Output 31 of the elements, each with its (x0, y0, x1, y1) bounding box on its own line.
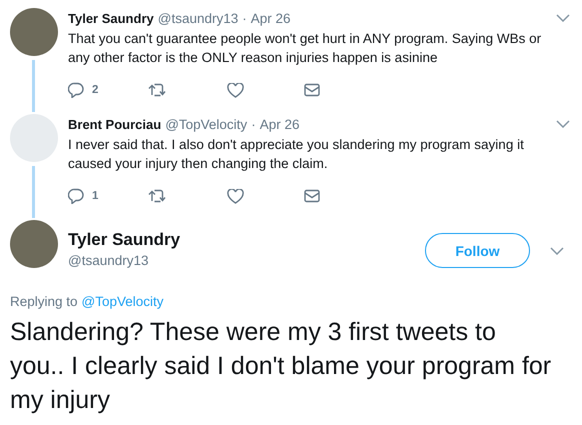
reply-icon[interactable] (68, 188, 84, 204)
tweet-date[interactable]: Apr 26 (260, 116, 300, 132)
mail-icon[interactable] (304, 189, 320, 203)
mail-icon[interactable] (304, 83, 320, 97)
avatar-photo[interactable] (10, 220, 58, 268)
tweet-text: I never said that. I also don't appreciate you slandering my program saying it caused your injury then changing the claim. (68, 136, 525, 173)
user-handle[interactable]: @tsaundry13 (158, 10, 238, 26)
reply-count: 2 (92, 84, 98, 96)
reply-count: 1 (92, 190, 98, 202)
retweet-icon[interactable] (148, 83, 167, 97)
heart-icon[interactable] (227, 82, 244, 98)
user-name[interactable]: Tyler Saundry (68, 229, 180, 251)
user-handle[interactable]: @tsaundry13 (68, 251, 180, 271)
heart-icon[interactable] (227, 188, 244, 204)
reply-icon[interactable] (68, 82, 84, 98)
follow-button[interactable]: Follow (425, 233, 530, 268)
chevron-down-icon[interactable] (556, 14, 570, 22)
user-handle[interactable]: @TopVelocity (165, 116, 248, 132)
chevron-down-icon[interactable] (550, 247, 564, 255)
avatar-photo[interactable] (10, 8, 58, 56)
separator-dot: · (251, 116, 256, 132)
replying-label: Replying to (10, 294, 78, 309)
tweet-text: Slandering? These were my 3 first tweets to you.. I clearly said I don't blame your program for my injury (9, 317, 552, 416)
chevron-down-icon[interactable] (556, 120, 570, 128)
user-name[interactable]: Tyler Saundry (68, 10, 154, 26)
separator-dot: · (242, 10, 247, 26)
retweet-icon[interactable] (148, 189, 167, 203)
mention-link[interactable]: @TopVelocity (82, 294, 164, 309)
user-name[interactable]: Brent Pourciau (68, 116, 162, 132)
tweet-date[interactable]: Apr 26 (250, 10, 291, 26)
tweet-text: That you can't guarantee people won't get hurt in ANY program. Saying WBs or any other factor is the ONLY reason injuries happen is asinine (68, 30, 542, 67)
